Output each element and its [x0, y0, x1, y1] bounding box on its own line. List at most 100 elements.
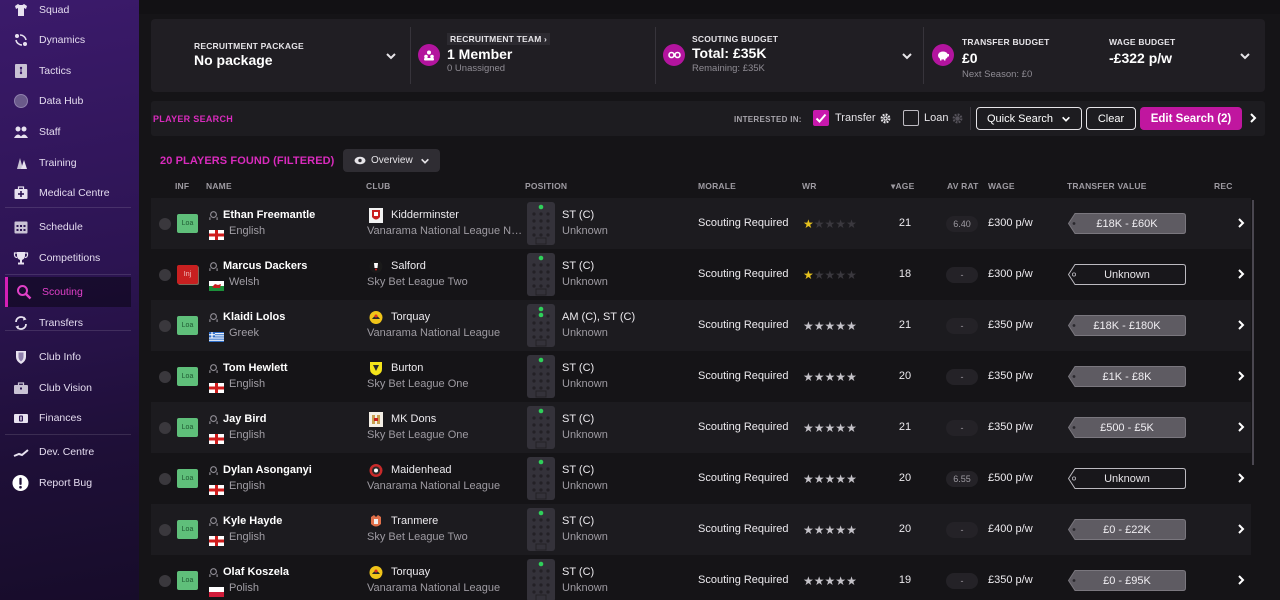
recruitment-team[interactable]: RECRUITMENT TEAM › 1 Member 0 Unassigned [447, 33, 551, 106]
quick-search-dropdown[interactable]: Quick Search [976, 107, 1082, 130]
league-name-link[interactable]: Sky Bet League One [367, 429, 469, 441]
column-club[interactable]: CLUB [366, 181, 390, 191]
club-name-link[interactable]: Torquay [391, 311, 430, 323]
club-name-link[interactable]: MK Dons [391, 413, 436, 425]
sidebar-item-tactics[interactable]: Tactics [0, 56, 139, 86]
player-name-link[interactable]: Ethan Freemantle [223, 209, 315, 221]
loan-checkbox[interactable] [903, 110, 919, 126]
edit-search-button[interactable]: Edit Search (2) [1140, 107, 1242, 130]
chevron-right-icon[interactable] [1236, 217, 1246, 229]
shortlist-check-icon[interactable] [159, 575, 171, 587]
column-rec[interactable]: REC [1214, 181, 1233, 191]
chevron-down-icon[interactable] [385, 50, 397, 62]
sidebar-divider [5, 330, 131, 331]
club-name-link[interactable]: Kidderminster [391, 209, 459, 221]
player-name-link[interactable]: Dylan Asonganyi [223, 464, 312, 476]
league-name-link[interactable]: Vanarama National League North [367, 225, 527, 237]
column-transfer-value[interactable]: TRANSFER VALUE [1067, 181, 1147, 191]
clear-button[interactable]: Clear [1086, 107, 1136, 130]
sidebar-item-squad[interactable]: Squad [0, 0, 139, 25]
recruitment-team-link[interactable]: RECRUITMENT TEAM › [447, 33, 551, 45]
scrollbar[interactable] [1252, 200, 1254, 465]
column-wage[interactable]: WAGE [988, 181, 1015, 191]
chevron-down-icon[interactable] [901, 50, 913, 62]
column-inf[interactable]: INF [175, 181, 189, 191]
view-selector-dropdown[interactable]: Overview [343, 149, 440, 172]
player-name-link[interactable]: Marcus Dackers [223, 260, 307, 272]
player-row[interactable]: Loa Tom Hewlett English Burton Sky Bet L… [151, 351, 1251, 402]
sidebar-item-club-vision[interactable]: Club Vision [0, 373, 139, 403]
player-row[interactable]: Loa Jay Bird English MK Dons Sky Bet Lea… [151, 402, 1251, 453]
column-wr[interactable]: WR [802, 181, 817, 191]
player-row[interactable]: Loa Ethan Freemantle English Kidderminst… [151, 198, 1251, 249]
transfer-budget[interactable]: TRANSFER BUDGET £0 Next Season: £0 [962, 37, 1050, 110]
flag-england-icon [209, 227, 224, 240]
player-name-link[interactable]: Klaidi Lolos [223, 311, 285, 323]
wage-budget[interactable]: WAGE BUDGET -£322 p/w [1109, 37, 1175, 110]
sidebar-item-transfers[interactable]: Transfers [0, 308, 139, 338]
column-morale[interactable]: MORALE [698, 181, 736, 191]
shortlist-check-icon[interactable] [159, 320, 171, 332]
sidebar-item-club-info[interactable]: Club Info [0, 342, 139, 372]
league-name-link[interactable]: Sky Bet League Two [367, 276, 468, 288]
transfer-checkbox[interactable] [813, 110, 829, 126]
club-name-link[interactable]: Salford [391, 260, 426, 272]
chevron-right-icon[interactable] [1236, 319, 1246, 331]
player-name-link[interactable]: Kyle Hayde [223, 515, 282, 527]
shortlist-check-icon[interactable] [159, 473, 171, 485]
shortlist-check-icon[interactable] [159, 269, 171, 281]
star-icon: ★ [813, 217, 825, 231]
chevron-right-icon[interactable] [1248, 112, 1258, 124]
chevron-down-icon[interactable] [1239, 50, 1251, 62]
sidebar-item-competitions[interactable]: Competitions [0, 243, 139, 273]
league-name-link[interactable]: Sky Bet League Two [367, 531, 468, 543]
chevron-right-icon[interactable] [1236, 523, 1246, 535]
league-name-link[interactable]: Vanarama National League [367, 480, 500, 492]
league-name-link[interactable]: Vanarama National League [367, 327, 500, 339]
sidebar-item-data-hub[interactable]: Data Hub [0, 86, 139, 116]
chevron-right-icon[interactable] [1236, 472, 1246, 484]
transfer-budget-label: TRANSFER BUDGET [962, 37, 1050, 47]
player-row[interactable]: Loa Dylan Asonganyi English Maidenhead V… [151, 453, 1251, 504]
player-name-link[interactable]: Jay Bird [223, 413, 266, 425]
shortlist-check-icon[interactable] [159, 524, 171, 536]
shortlist-check-icon[interactable] [159, 422, 171, 434]
player-row[interactable]: Loa Kyle Hayde English Tranmere Sky Bet … [151, 504, 1251, 555]
player-name-link[interactable]: Tom Hewlett [223, 362, 288, 374]
sidebar-item-training[interactable]: Training [0, 148, 139, 178]
chevron-right-icon[interactable] [1236, 421, 1246, 433]
sidebar-item-finances[interactable]: Finances [0, 403, 139, 433]
player-name-link[interactable]: Olaf Koszela [223, 566, 289, 578]
league-name-link[interactable]: Sky Bet League One [367, 378, 469, 390]
star-icon: ★ [824, 472, 836, 486]
chevron-right-icon[interactable] [1236, 370, 1246, 382]
shortlist-check-icon[interactable] [159, 218, 171, 230]
sidebar-item-dynamics[interactable]: Dynamics [0, 25, 139, 55]
sidebar-item-report-bug[interactable]: Report Bug [0, 468, 139, 498]
sidebar-item-dev-centre[interactable]: Dev. Centre [0, 437, 139, 467]
sidebar-item-schedule[interactable]: Schedule [0, 212, 139, 242]
chevron-right-icon[interactable] [1236, 574, 1246, 586]
club-name-link[interactable]: Maidenhead [391, 464, 452, 476]
scouting-budget[interactable]: SCOUTING BUDGET Total: £35K Remaining: £… [692, 34, 778, 107]
player-nationality: Welsh [229, 276, 260, 288]
sidebar-item-medical-centre[interactable]: Medical Centre [0, 178, 139, 208]
data-hub-icon [12, 93, 29, 110]
sidebar-item-scouting[interactable]: Scouting [5, 277, 131, 307]
shortlist-check-icon[interactable] [159, 371, 171, 383]
sidebar-item-staff[interactable]: Staff [0, 117, 139, 147]
player-row[interactable]: Loa Olaf Koszela Polish Torquay Vanarama… [151, 555, 1251, 600]
column-name[interactable]: NAME [206, 181, 232, 191]
column-av-rat[interactable]: AV RAT [947, 181, 979, 191]
column-age[interactable]: ▾AGE [891, 181, 915, 192]
player-row[interactable]: Inj Marcus Dackers Welsh Salford Sky Bet… [151, 249, 1251, 300]
column-position[interactable]: POSITION [525, 181, 567, 191]
chevron-right-icon[interactable] [1236, 268, 1246, 280]
gear-icon[interactable] [880, 113, 891, 124]
club-name-link[interactable]: Burton [391, 362, 423, 374]
gear-icon[interactable] [952, 113, 963, 124]
club-name-link[interactable]: Tranmere [391, 515, 438, 527]
player-row[interactable]: Loa Klaidi Lolos Greek Torquay Vanarama … [151, 300, 1251, 351]
league-name-link[interactable]: Vanarama National League [367, 582, 500, 594]
club-name-link[interactable]: Torquay [391, 566, 430, 578]
